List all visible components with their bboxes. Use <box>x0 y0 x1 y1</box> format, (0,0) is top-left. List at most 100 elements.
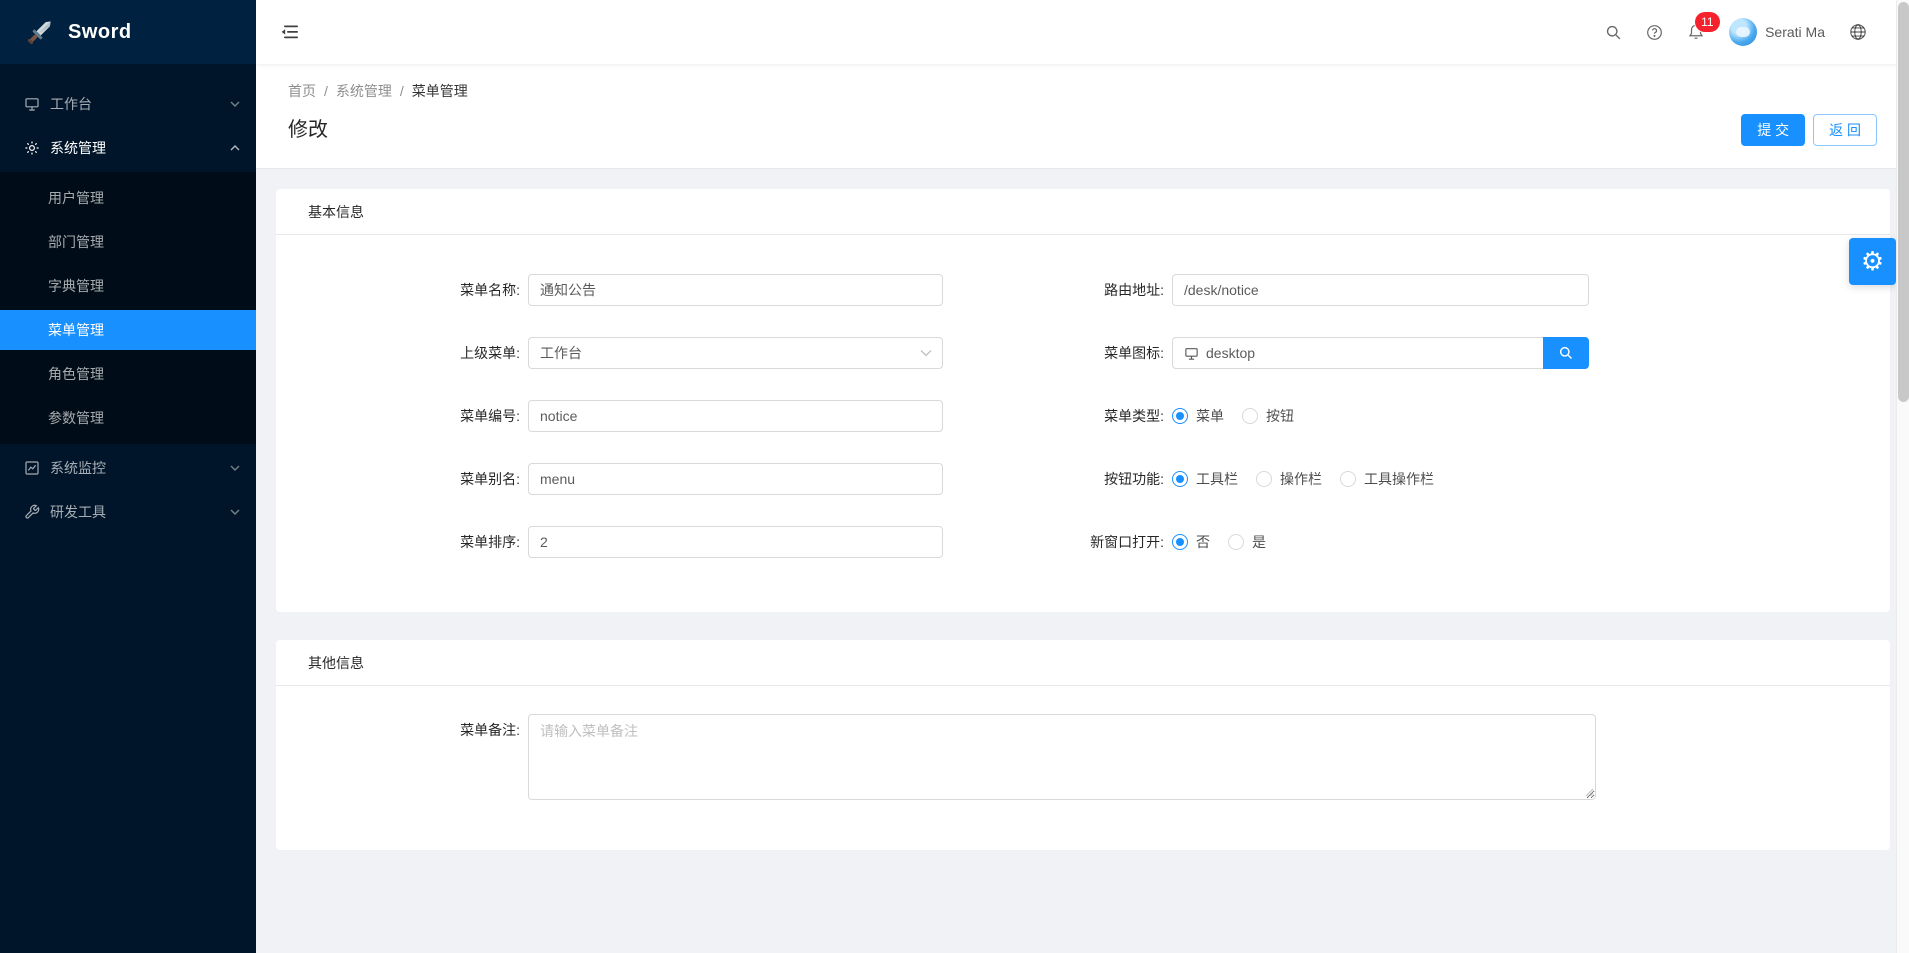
chevron-down-icon <box>230 465 240 471</box>
main-area: 11 Serati Ma 首页 / 系统管理 <box>256 0 1909 953</box>
sidebar-item-param-mgmt[interactable]: 参数管理 <box>0 398 256 438</box>
menu-name-input[interactable] <box>528 274 943 306</box>
other-info-card: 其他信息 菜单备注: <box>276 640 1890 850</box>
breadcrumb-separator: / <box>400 80 404 102</box>
menu-name-row: 菜单名称: <box>308 274 976 306</box>
user-account-menu[interactable]: Serati Ma <box>1717 18 1837 46</box>
radio-checked-icon[interactable] <box>1172 534 1188 550</box>
radio-option-label: 工具栏 <box>1196 469 1238 489</box>
avatar <box>1729 18 1757 46</box>
sidebar-item-label: 部门管理 <box>48 232 104 252</box>
sidebar-menu: 工作台 系统管理 用户管理 部门管理 字典管理 菜单管理 <box>0 64 256 552</box>
radio-checked-icon[interactable] <box>1172 471 1188 487</box>
help-button[interactable] <box>1634 0 1675 64</box>
sidebar-item-label: 菜单管理 <box>48 320 104 340</box>
radio-unchecked-icon[interactable] <box>1228 534 1244 550</box>
menu-remark-textarea[interactable] <box>528 714 1596 800</box>
radio-option-label: 菜单 <box>1196 406 1224 426</box>
back-button[interactable]: 返 回 <box>1813 114 1877 146</box>
other-info-title: 其他信息 <box>276 640 1890 686</box>
notification-badge: 11 <box>1695 12 1719 32</box>
sidebar-item-menu-mgmt[interactable]: 菜单管理 <box>0 310 256 350</box>
sidebar-item-label: 字典管理 <box>48 276 104 296</box>
breadcrumb-system-mgmt[interactable]: 系统管理 <box>336 80 392 102</box>
desktop-icon <box>24 96 40 112</box>
search-button[interactable] <box>1593 0 1634 64</box>
menu-type-radio-group: 菜单 按钮 <box>1172 406 1312 426</box>
menu-icon-input[interactable]: desktop <box>1172 337 1543 369</box>
new-window-label: 新窗口打开: <box>976 532 1172 552</box>
parent-menu-select[interactable] <box>528 337 943 369</box>
page-title: 修改 <box>288 114 328 146</box>
new-window-option-yes[interactable]: 是 <box>1228 532 1266 552</box>
menu-code-label: 菜单编号: <box>308 406 528 426</box>
sidebar-item-role-mgmt[interactable]: 角色管理 <box>0 354 256 394</box>
icon-search-button[interactable] <box>1543 337 1589 369</box>
scrollbar-thumb[interactable] <box>1898 2 1909 402</box>
radio-unchecked-icon[interactable] <box>1340 471 1356 487</box>
menu-icon-value: desktop <box>1206 345 1255 361</box>
radio-checked-icon[interactable] <box>1172 408 1188 424</box>
menu-icon-row: 菜单图标: desktop <box>976 337 1858 369</box>
search-icon <box>1558 345 1574 361</box>
breadcrumb-separator: / <box>324 80 328 102</box>
menu-type-option-button[interactable]: 按钮 <box>1242 406 1294 426</box>
parent-menu-value[interactable] <box>528 337 943 369</box>
route-path-row: 路由地址: <box>976 274 1858 306</box>
button-func-option-tool-actionbar[interactable]: 工具操作栏 <box>1340 469 1434 489</box>
line-chart-icon <box>24 460 40 476</box>
sidebar-item-dept-mgmt[interactable]: 部门管理 <box>0 222 256 262</box>
submit-button[interactable]: 提 交 <box>1741 114 1805 146</box>
brand-logo[interactable]: Sword <box>0 0 256 64</box>
sidebar-item-dev-tools[interactable]: 研发工具 <box>0 492 256 532</box>
menu-alias-input[interactable] <box>528 463 943 495</box>
button-func-option-actionbar[interactable]: 操作栏 <box>1256 469 1322 489</box>
route-path-input[interactable] <box>1172 274 1589 306</box>
theme-settings-button[interactable]: ⚙ <box>1849 238 1896 285</box>
question-circle-icon <box>1646 24 1663 41</box>
button-func-row: 按钮功能: 工具栏 操作栏 <box>976 463 1858 495</box>
parent-menu-label: 上级菜单: <box>308 343 528 363</box>
sidebar-item-label: 参数管理 <box>48 408 104 428</box>
new-window-option-no[interactable]: 否 <box>1172 532 1210 552</box>
sidebar-item-label: 角色管理 <box>48 364 104 384</box>
desktop-icon <box>1184 346 1199 361</box>
radio-option-label: 按钮 <box>1266 406 1294 426</box>
sidebar-item-label: 工作台 <box>50 94 92 114</box>
language-button[interactable] <box>1837 0 1879 64</box>
menu-code-row: 菜单编号: <box>308 400 976 432</box>
menu-icon-label: 菜单图标: <box>976 343 1172 363</box>
form-column-left: 菜单名称: 上级菜单: <box>308 274 976 558</box>
brand-name: Sword <box>68 21 132 44</box>
sidebar-item-dict-mgmt[interactable]: 字典管理 <box>0 266 256 306</box>
breadcrumb: 首页 / 系统管理 / 菜单管理 <box>288 80 1877 102</box>
menu-name-label: 菜单名称: <box>308 280 528 300</box>
sidebar-item-workbench[interactable]: 工作台 <box>0 84 256 124</box>
sidebar-submenu-system: 用户管理 部门管理 字典管理 菜单管理 角色管理 参数管理 <box>0 172 256 444</box>
scrollbar-track[interactable] <box>1896 0 1909 953</box>
menu-sort-label: 菜单排序: <box>308 532 528 552</box>
menu-type-label: 菜单类型: <box>976 406 1172 426</box>
sidebar-item-system-mgmt[interactable]: 系统管理 <box>0 128 256 168</box>
menu-code-input[interactable] <box>528 400 943 432</box>
notifications-button[interactable]: 11 <box>1675 0 1717 64</box>
menu-sort-row: 菜单排序: <box>308 526 976 558</box>
menu-type-option-menu[interactable]: 菜单 <box>1172 406 1224 426</box>
radio-option-label: 是 <box>1252 532 1266 552</box>
sidebar-collapse-button[interactable] <box>256 0 324 64</box>
sidebar-item-user-mgmt[interactable]: 用户管理 <box>0 178 256 218</box>
radio-unchecked-icon[interactable] <box>1256 471 1272 487</box>
basic-info-title: 基本信息 <box>276 189 1890 235</box>
header-actions: 11 Serati Ma <box>1593 0 1879 64</box>
menu-sort-input[interactable] <box>528 526 943 558</box>
sidebar-item-label: 系统监控 <box>50 458 106 478</box>
radio-option-label: 操作栏 <box>1280 469 1322 489</box>
search-icon <box>1605 24 1622 41</box>
gear-icon <box>24 140 40 156</box>
button-func-option-toolbar[interactable]: 工具栏 <box>1172 469 1238 489</box>
other-info-form: 菜单备注: <box>276 686 1890 850</box>
radio-unchecked-icon[interactable] <box>1242 408 1258 424</box>
breadcrumb-home[interactable]: 首页 <box>288 80 316 102</box>
sword-icon <box>24 16 56 48</box>
sidebar-item-monitor[interactable]: 系统监控 <box>0 448 256 488</box>
